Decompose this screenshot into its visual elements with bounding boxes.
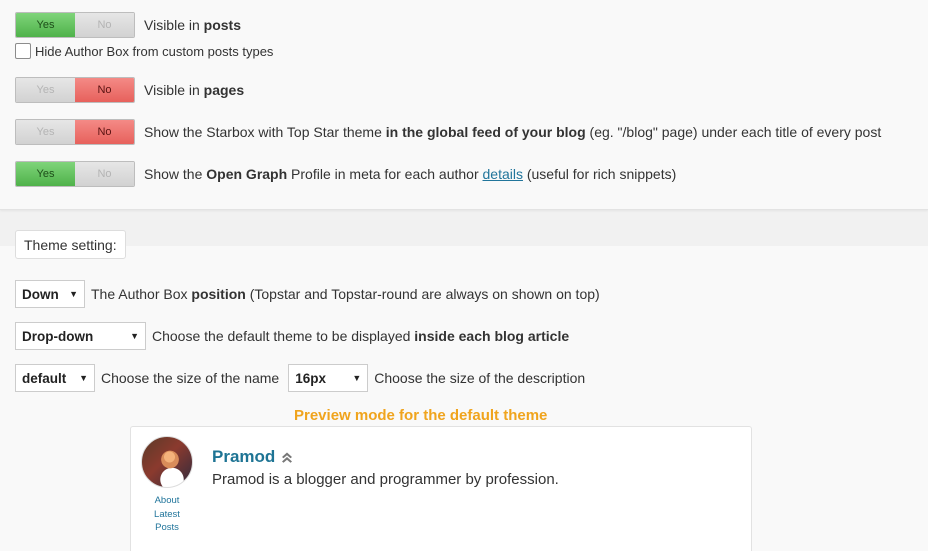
global-feed-toggle[interactable]: Yes No [15,119,135,145]
posts-link[interactable]: Posts [136,521,198,535]
visible-posts-row: Yes No Visible in posts [15,12,241,38]
toggle-yes[interactable]: Yes [16,78,75,102]
dropdown-arrow-icon: ▼ [130,331,139,341]
global-feed-label: Show the Starbox with Top Star theme in … [144,124,882,140]
hide-custom-checkbox[interactable] [15,43,31,59]
dropdown-arrow-icon: ▼ [69,289,78,299]
dropdown-arrow-icon: ▼ [352,373,362,383]
visible-posts-toggle[interactable]: Yes No [15,12,135,38]
hide-custom-label: Hide Author Box from custom posts types [35,43,274,59]
hide-custom-row: Hide Author Box from custom posts types [15,43,273,59]
position-select[interactable]: Down ▼ [15,280,85,308]
visible-pages-label: Visible in pages [144,82,245,98]
desc-size-select[interactable]: 16px ▼ [288,364,369,392]
visible-pages-toggle[interactable]: Yes No [15,77,135,103]
theme-setting-button[interactable]: Theme setting: [15,230,126,259]
position-label: The Author Box position (Topstar and Top… [91,286,600,302]
desc-size-label: Choose the size of the description [374,370,586,386]
name-size-select[interactable]: default ▼ [15,364,95,392]
desc-size-select-value: 16px [295,370,327,386]
toggle-no[interactable]: No [75,162,134,186]
visible-posts-label: Visible in posts [144,17,242,33]
author-description: Pramod is a blogger and programmer by pr… [212,471,559,488]
preview-title: Preview mode for the default theme [294,407,548,424]
open-graph-toggle[interactable]: Yes No [15,161,135,187]
toggle-no[interactable]: No [75,13,134,37]
latest-link[interactable]: Latest [136,508,198,522]
author-name-text: Pramod [212,447,276,466]
toggle-no[interactable]: No [75,78,134,102]
default-theme-select-value: Drop-down [22,328,94,344]
toggle-no[interactable]: No [75,120,134,144]
details-link[interactable]: details [483,166,523,182]
toggle-yes[interactable]: Yes [16,162,75,186]
author-box-preview: About Latest Posts Pramod Pramod is a bl… [130,426,752,551]
open-graph-row: Yes No Show the Open Graph Profile in me… [15,161,676,187]
toggle-yes[interactable]: Yes [16,120,75,144]
author-name[interactable]: Pramod [212,447,293,467]
name-size-select-value: default [22,370,67,386]
avatar [141,436,193,488]
toggle-yes[interactable]: Yes [16,13,75,37]
chevron-up-icon[interactable] [281,451,293,463]
size-row: default ▼ Choose the size of the name 16… [15,364,585,392]
visible-pages-row: Yes No Visible in pages [15,77,244,103]
global-feed-row: Yes No Show the Starbox with Top Star th… [15,119,881,145]
dropdown-arrow-icon: ▼ [79,373,88,383]
about-link[interactable]: About [136,494,198,508]
open-graph-label: Show the Open Graph Profile in meta for … [144,166,677,182]
default-theme-label: Choose the default theme to be displayed… [152,328,570,344]
author-side-links: About Latest Posts [136,494,198,535]
name-size-label: Choose the size of the name [101,370,280,386]
default-theme-row: Drop-down ▼ Choose the default theme to … [15,322,569,350]
position-row: Down ▼ The Author Box position (Topstar … [15,280,600,308]
default-theme-select[interactable]: Drop-down ▼ [15,322,146,350]
position-select-value: Down [22,286,59,302]
